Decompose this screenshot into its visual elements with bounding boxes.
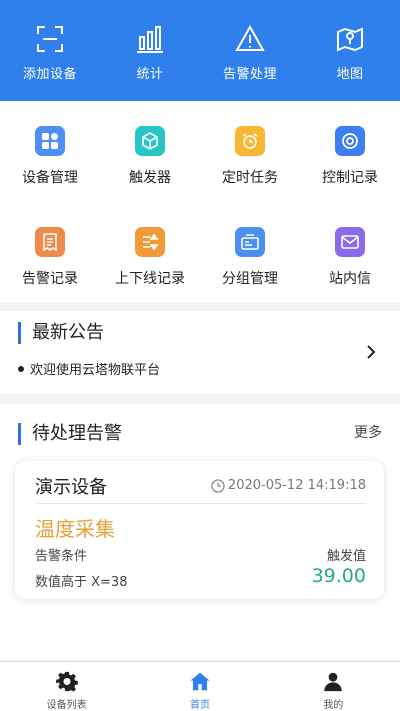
top-menu-bar: 添加设备 统计 告警处理 地图 [0,0,400,101]
alarm-handle-button[interactable]: 告警处理 [200,0,300,101]
bottom-tab-bar: 设备列表 首页 我的 [0,661,400,711]
up-down-icon [135,226,165,257]
pending-alarms-section: 待处理告警 更多 演示设备 2020-05-12 14:19:18 温度采集 告… [0,404,400,660]
alarm-card[interactable]: 演示设备 2020-05-12 14:19:18 温度采集 告警条件 触发值 数… [15,461,384,599]
inbox-button[interactable]: 站内信 [300,202,400,303]
more-link[interactable]: 更多 [354,422,382,442]
statistics-label: 统计 [136,67,164,82]
tab-home-label: 首页 [189,700,210,711]
alarm-type: 温度采集 [35,517,115,541]
clock-icon [211,478,225,493]
chevron-right-icon[interactable] [364,343,378,361]
tab-home[interactable]: 首页 [133,662,266,711]
card-divider [35,503,366,504]
alarm-record-button[interactable]: 告警记录 [0,202,100,303]
cube-icon [135,126,165,156]
device-manage-button[interactable]: 设备管理 [0,101,100,202]
mail-icon [335,226,365,257]
condition-label: 告警条件 [35,549,88,564]
trigger-label: 触发器 [129,170,171,186]
group-card-icon [235,226,265,257]
announcement-section: 最新公告 欢迎使用云塔物联平台 [0,311,400,394]
announcement-text: 欢迎使用云塔物联平台 [30,363,161,378]
announcement-item[interactable]: 欢迎使用云塔物联平台 [18,359,160,378]
tab-mine[interactable]: 我的 [267,662,400,711]
device-manage-icon [35,126,65,156]
group-manage-label: 分组管理 [222,270,278,287]
user-icon [324,672,343,692]
alarm-time: 2020-05-12 14:19:18 [211,478,366,493]
device-manage-label: 设备管理 [22,170,78,186]
trigger-button[interactable]: 触发器 [100,101,200,202]
control-record-button[interactable]: 控制记录 [300,101,400,202]
control-record-label: 控制记录 [322,170,378,186]
tab-device-list-label: 设备列表 [46,700,87,711]
map-label: 地图 [336,67,364,82]
group-manage-button[interactable]: 分组管理 [200,202,300,303]
scheduled-task-label: 定时任务 [222,170,278,186]
function-grid: 设备管理 触发器 定时任务 控制记录 告警记录 上下线记录 分组管理 站内信 [0,101,400,302]
add-device-label: 添加设备 [22,67,77,82]
announcement-title: 最新公告 [18,322,104,344]
map-button[interactable]: 地图 [300,0,400,101]
warning-icon [235,24,265,51]
online-offline-record-label: 上下线记录 [115,270,185,287]
map-icon [337,27,363,52]
bullet-dot [18,365,24,372]
alarm-handle-label: 告警处理 [222,67,277,82]
tab-device-list[interactable]: 设备列表 [0,662,133,711]
trigger-value: 39.00 [311,565,366,587]
condition-value: 数值高于 X=38 [35,575,128,590]
scan-icon [37,26,63,52]
alarm-clock-icon [235,126,265,156]
bar-chart-icon [137,26,163,53]
inbox-label: 站内信 [329,270,371,287]
alarm-device-name: 演示设备 [35,477,107,498]
statistics-button[interactable]: 统计 [100,0,200,101]
trigger-value-label: 触发值 [326,549,366,564]
pending-alarms-title: 待处理告警 [18,423,122,445]
alarm-time-text: 2020-05-12 14:19:18 [227,478,366,493]
receipt-icon [35,226,65,257]
target-icon [335,126,365,156]
home-icon [190,672,210,691]
add-device-button[interactable]: 添加设备 [0,0,100,101]
online-offline-record-button[interactable]: 上下线记录 [100,202,200,303]
tab-mine-label: 我的 [323,700,344,711]
alarm-record-label: 告警记录 [22,270,78,287]
scheduled-task-button[interactable]: 定时任务 [200,101,300,202]
gear-icon [55,671,78,692]
